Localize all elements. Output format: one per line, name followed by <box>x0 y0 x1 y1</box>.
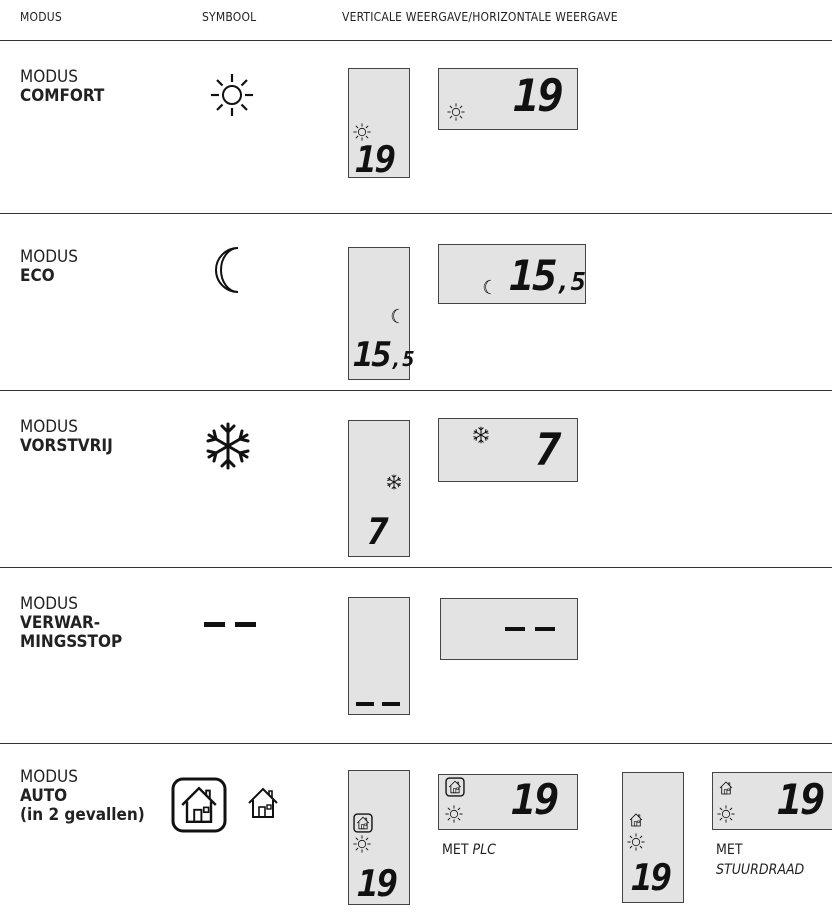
lcd-value: 15,5 <box>509 255 586 297</box>
caption-wire: MET STUURDRAAD <box>716 840 804 880</box>
mode-name: COMFORT <box>20 86 105 106</box>
lcd-value: 19 <box>777 775 826 824</box>
framed-house-icon <box>353 813 373 833</box>
lcd-horizontal-verwarmingsstop <box>440 598 578 660</box>
lcd-horizontal-auto-wire: 19 <box>712 772 832 830</box>
header-weergave: VERTICALE WEERGAVE/HORIZONTALE WEERGAVE <box>342 10 618 24</box>
lcd-vertical-auto-plc: 19 <box>348 770 410 905</box>
lcd-vertical-vorstvrij: 7 <box>348 420 410 557</box>
snowflake-icon <box>385 473 403 491</box>
sun-icon <box>353 835 371 853</box>
dash-icon <box>202 621 258 629</box>
lcd-vertical-auto-wire: 19 <box>622 772 684 903</box>
lcd-decimal: ,5 <box>389 347 415 371</box>
moon-icon <box>389 308 405 324</box>
lcd-value: 7 <box>535 425 561 476</box>
row-rule <box>0 390 832 391</box>
header-rule <box>0 40 832 41</box>
lcd-integer: 15 <box>509 251 558 300</box>
lcd-vertical-comfort: 19 <box>348 68 410 181</box>
mode-prefix: MODUS <box>20 417 78 437</box>
sun-icon <box>445 805 463 823</box>
moon-icon <box>481 279 497 295</box>
lcd-horizontal-eco: 15,5 <box>438 244 586 304</box>
sun-icon <box>205 68 259 122</box>
lcd-decimal: ,5 <box>555 267 586 296</box>
sun-icon <box>717 805 735 823</box>
lcd-vertical-eco: 15,5 <box>348 247 415 380</box>
snowflake-icon <box>200 418 256 474</box>
mode-name: AUTO <box>20 786 68 806</box>
mode-name-line1: VERWAR- <box>20 613 101 633</box>
moon-icon <box>202 244 262 296</box>
lcd-value: 19 <box>511 775 560 824</box>
caption-em: STUURDRAAD <box>716 862 805 878</box>
sun-icon <box>353 123 371 141</box>
house-icon <box>242 782 284 824</box>
mode-label-comfort: MODUS COMFORT <box>20 68 104 106</box>
caption-prefix: MET <box>442 842 469 858</box>
lcd-value: 7 <box>367 512 389 553</box>
house-icon <box>717 779 735 797</box>
snowflake-icon <box>471 425 491 445</box>
dash-icon <box>356 702 400 706</box>
header-modus: MODUS <box>20 10 62 24</box>
row-rule <box>0 567 832 568</box>
mode-prefix: MODUS <box>20 247 78 267</box>
caption-em: PLC <box>472 842 496 858</box>
mode-subtitle: (in 2 gevallen) <box>20 805 145 825</box>
mode-prefix: MODUS <box>20 767 78 787</box>
mode-label-eco: MODUS ECO <box>20 248 78 286</box>
house-icon <box>627 811 645 829</box>
dash-icon <box>505 627 555 631</box>
lcd-value: 15,5 <box>353 338 415 372</box>
mode-label-auto: MODUS AUTO (in 2 gevallen) <box>20 768 145 825</box>
lcd-value: 19 <box>355 140 396 181</box>
lcd-value: 19 <box>513 71 564 122</box>
mode-label-verwarmingsstop: MODUS VERWAR- MINGSSTOP <box>20 595 122 652</box>
sun-icon <box>447 103 465 121</box>
lcd-horizontal-comfort: 19 <box>438 68 578 130</box>
caption-plc: MET PLC <box>442 840 496 860</box>
framed-house-icon <box>445 777 465 797</box>
row-rule <box>0 743 832 744</box>
framed-house-icon <box>170 776 228 834</box>
lcd-value: 19 <box>631 858 672 899</box>
lcd-integer: 15 <box>353 335 392 375</box>
mode-name-line2: MINGSSTOP <box>20 632 123 652</box>
header-symbool: SYMBOOL <box>202 10 257 24</box>
row-rule <box>0 213 832 214</box>
sun-icon <box>627 833 645 851</box>
lcd-value: 19 <box>357 864 398 905</box>
mode-label-vorstvrij: MODUS VORSTVRIJ <box>20 418 113 456</box>
lcd-horizontal-auto-plc: 19 <box>438 774 578 830</box>
mode-prefix: MODUS <box>20 67 78 87</box>
mode-name: VORSTVRIJ <box>20 436 113 456</box>
mode-name: ECO <box>20 266 55 286</box>
lcd-vertical-verwarmingsstop <box>348 597 410 715</box>
lcd-horizontal-vorstvrij: 7 <box>438 418 578 482</box>
mode-prefix: MODUS <box>20 594 78 614</box>
caption-prefix: MET <box>716 842 743 858</box>
